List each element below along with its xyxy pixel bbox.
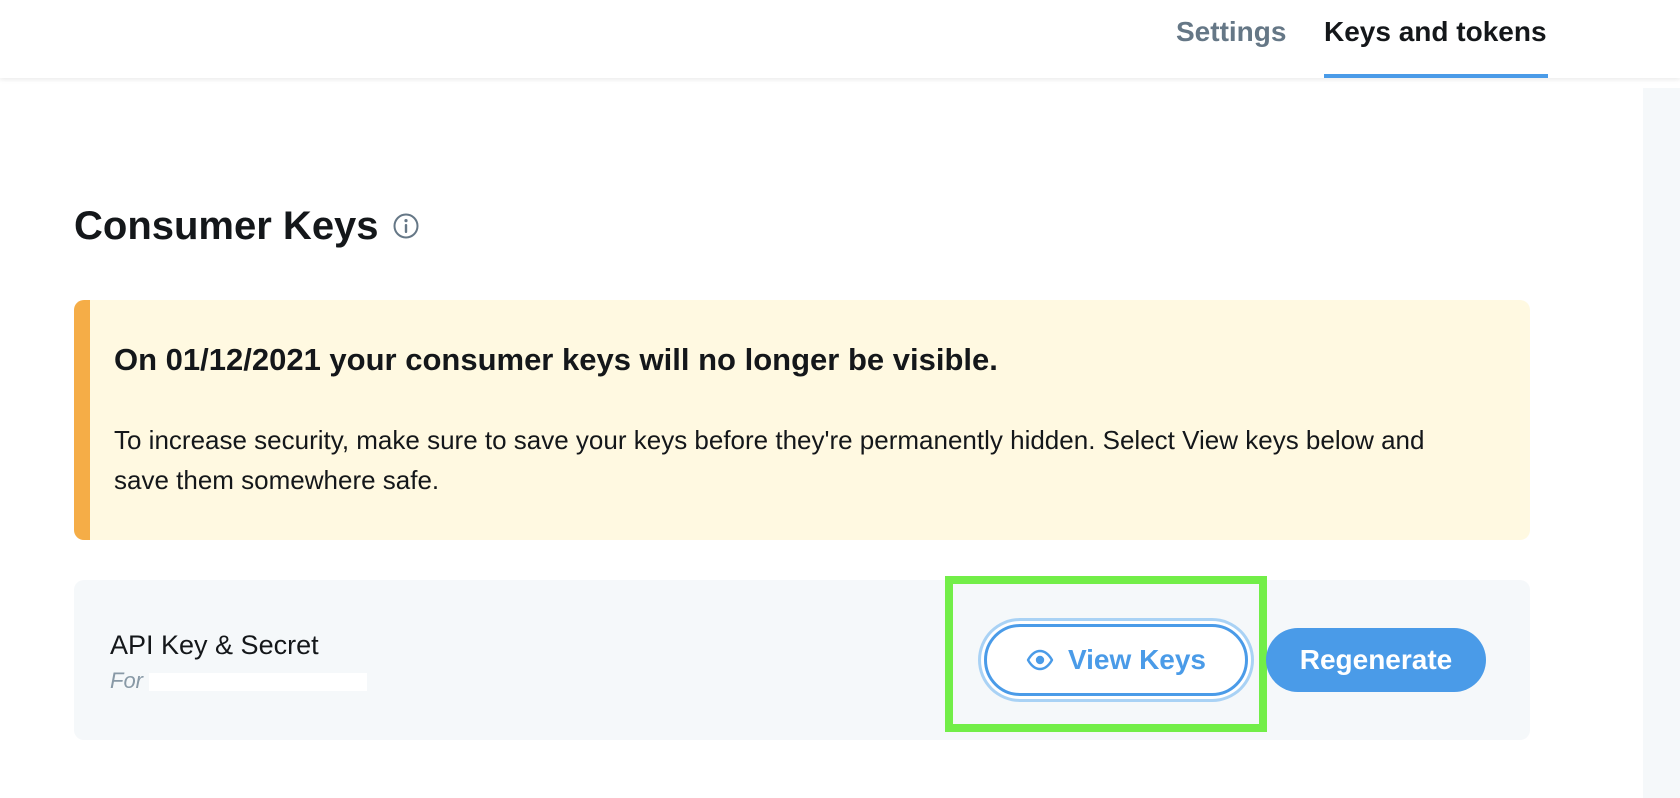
warning-body: To increase security, make sure to save … — [114, 425, 1425, 495]
warning-title: On 01/12/2021 your consumer keys will no… — [114, 342, 998, 377]
tab-keys-and-tokens[interactable]: Keys and tokens — [1324, 0, 1547, 78]
view-keys-label: View Keys — [1067, 644, 1207, 675]
api-key-label: API Key & Secret — [110, 630, 319, 660]
view-keys-button[interactable]: View Keys — [984, 624, 1248, 696]
warning-accent-bar — [74, 300, 90, 540]
api-key-subtitle: For — [110, 666, 367, 696]
page-title: Consumer Keys — [74, 204, 379, 248]
tab-settings[interactable]: Settings — [1176, 0, 1286, 78]
active-tab-indicator — [1324, 74, 1548, 78]
info-circle-icon[interactable] — [392, 212, 420, 240]
redacted-app-name — [149, 673, 367, 692]
page: Settings Keys and tokens Consumer Keys O… — [0, 0, 1680, 798]
api-key-subtitle-prefix: For — [110, 668, 143, 693]
eye-icon — [1026, 649, 1054, 671]
scrollbar-track[interactable] — [1643, 88, 1680, 798]
top-navigation: Settings Keys and tokens — [0, 0, 1680, 78]
regenerate-button[interactable]: Regenerate — [1266, 628, 1486, 692]
warning-banner: On 01/12/2021 your consumer keys will no… — [74, 300, 1530, 540]
